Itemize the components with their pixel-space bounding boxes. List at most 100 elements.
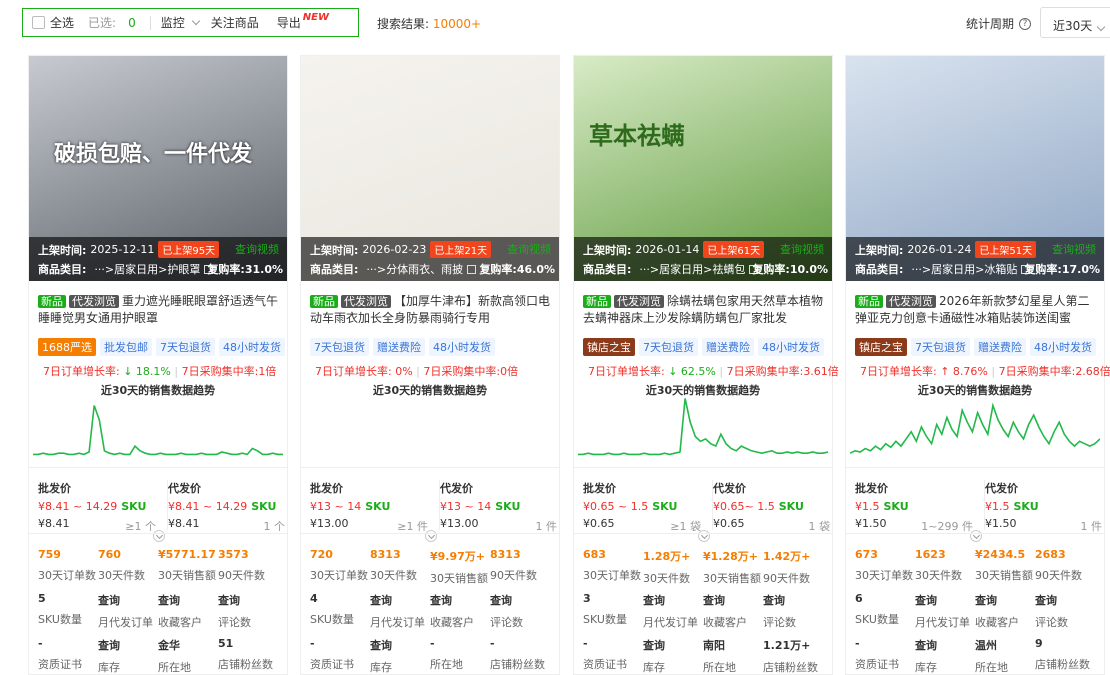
stat-cell[interactable]: 查询 评论数 [763, 592, 823, 630]
stat-cell[interactable]: 查询 收藏客户 [703, 592, 763, 630]
expand-toggle-icon[interactable] [153, 530, 165, 542]
product-card[interactable]: 草本祛螨 上架时间: 2026-01-14 已上架61天 查询视频 商品类目: … [573, 55, 839, 675]
sku-link[interactable]: SKU [652, 500, 677, 513]
stat-label: 30天订单数 [310, 569, 368, 582]
follow-button[interactable]: 关注商品 [211, 14, 259, 31]
copy-icon[interactable] [467, 264, 477, 274]
sku-link[interactable]: SKU [365, 500, 390, 513]
rebuy-rate: 复购率:17.0% [1024, 263, 1100, 276]
stat-value: 查询 [490, 594, 512, 607]
stat-cell[interactable]: 查询 收藏客户 [975, 592, 1035, 630]
select-all-label[interactable]: 全选 [50, 14, 74, 31]
stat-label: 库存 [643, 661, 665, 674]
stat-cell[interactable]: 查询 月代发订单 [643, 592, 703, 630]
stat-value: 查询 [915, 594, 937, 607]
stat-cell: ¥9.97万+ 30天销售额 [430, 548, 490, 586]
dropship-moq: 1 件 [535, 520, 558, 533]
sku-link[interactable]: SKU [251, 500, 276, 513]
expand-toggle-icon[interactable] [425, 530, 437, 542]
export-button[interactable]: 导出 [277, 14, 301, 31]
product-image[interactable]: 草本祛螨 上架时间: 2026-01-14 已上架61天 查询视频 商品类目: … [574, 56, 832, 281]
product-image[interactable]: 上架时间: 2026-01-24 已上架51天 查询视频 商品类目: ···>居… [846, 56, 1104, 281]
help-icon[interactable]: ? [1019, 17, 1032, 30]
select-all-checkbox[interactable] [32, 16, 45, 29]
stat-cell[interactable]: 查询 评论数 [1035, 592, 1095, 630]
dropship-label: 代发价 [168, 482, 201, 495]
product-title[interactable]: 新品 代发浏览 【加厚牛津布】新款高领口电动车雨衣加长全身防暴雨骑行专用 [310, 293, 555, 329]
product-image[interactable]: 上架时间: 2026-02-23 已上架21天 查询视频 商品类目: ···>分… [301, 56, 559, 281]
product-title[interactable]: 新品 代发浏览 2026年新款梦幻星星人第二弹亚克力创意卡通磁性冰箱贴装饰送闺蜜 [855, 293, 1100, 329]
stat-value: 6 [855, 592, 863, 605]
image-info-overlay: 上架时间: 2026-01-14 已上架61天 查询视频 商品类目: ···>居… [574, 237, 832, 281]
sku-link[interactable]: SKU [779, 500, 804, 513]
stat-cell[interactable]: 查询 评论数 [218, 592, 278, 630]
stat-value: 查询 [98, 639, 120, 652]
purchase-conc-label: 7日采购集中率: [726, 365, 804, 378]
expand-toggle-icon[interactable] [970, 530, 982, 542]
stat-cell: 1623 30天件数 [915, 548, 975, 583]
service-tags: 7天包退货 赠送费险 48小时发货 [310, 338, 495, 356]
service-tag: 镇店之宝 [855, 338, 907, 356]
wholesale-label: 批发价 [310, 482, 343, 495]
stat-value: 查询 [218, 594, 240, 607]
stat-cell[interactable]: 查询 评论数 [490, 592, 550, 630]
stat-cell[interactable]: 查询 收藏客户 [158, 592, 218, 630]
sku-link[interactable]: SKU [884, 500, 909, 513]
listed-label: 上架时间: [38, 243, 87, 257]
query-video-link[interactable]: 查询视频 [507, 241, 551, 257]
product-card[interactable]: 破损包赔、一件代发 上架时间: 2025-12-11 已上架95天 查询视频 商… [28, 55, 288, 675]
sku-link[interactable]: SKU [121, 500, 146, 513]
period-select[interactable]: 近30天 [1040, 7, 1110, 38]
stat-label: 收藏客户 [975, 616, 1019, 629]
query-video-link[interactable]: 查询视频 [780, 241, 824, 257]
stat-cell[interactable]: 查询 库存 [915, 637, 975, 675]
stat-label: 月代发订单 [915, 616, 970, 629]
category-value: ···>居家日用>祛螨包 [639, 263, 746, 276]
stat-value: 查询 [975, 594, 997, 607]
order-growth-label: 7日订单增长率: [43, 365, 120, 378]
stat-cell: 5 SKU数量 [38, 592, 98, 627]
wholesale-range: ¥0.65 ~ 1.5 [583, 500, 649, 513]
stat-cell[interactable]: 查询 收藏客户 [430, 592, 490, 630]
dropship-price: 代发价 ¥1.5 SKU ¥1.50 1 件 [984, 480, 1104, 533]
service-tags: 镇店之宝 7天包退货 赠送费险 48小时发货 [855, 338, 1096, 356]
order-growth-label: 7日订单增长率: [860, 365, 937, 378]
category-value: ···>分体雨衣、雨披 [366, 263, 464, 276]
stat-label: 30天件数 [370, 569, 417, 582]
stat-label: 90天件数 [1035, 569, 1082, 582]
rebuy-rate: 复购率:10.0% [752, 263, 828, 276]
expand-toggle-icon[interactable] [698, 530, 710, 542]
stat-cell[interactable]: 查询 库存 [643, 637, 703, 675]
stat-label: 30天订单数 [855, 569, 913, 582]
sku-link[interactable]: SKU [1014, 500, 1039, 513]
chevron-down-icon[interactable] [191, 16, 200, 25]
stat-value: 查询 [915, 639, 937, 652]
stat-cell[interactable]: 查询 库存 [370, 637, 430, 675]
product-title[interactable]: 新品 代发浏览 重力遮光睡眠眼罩舒适透气午睡睡觉男女通用护眼罩 [38, 293, 283, 329]
product-card[interactable]: 上架时间: 2026-02-23 已上架21天 查询视频 商品类目: ···>分… [300, 55, 560, 675]
dropship-label: 代发价 [440, 482, 473, 495]
category-label: 商品类目: [310, 263, 359, 276]
price-section: 批发价 ¥1.5 SKU ¥1.50 1~299 件 代发价 ¥1.5 SKU ¥1… [846, 467, 1104, 533]
stat-label: 30天件数 [643, 572, 690, 585]
monitor-dropdown[interactable]: 监控 [161, 14, 185, 31]
stat-value: 查询 [1035, 594, 1057, 607]
trend-line [578, 398, 828, 456]
stat-cell: 1.42万+ 90天件数 [763, 548, 823, 586]
stat-cell: 720 30天订单数 [310, 548, 370, 583]
stat-cell[interactable]: 查询 月代发订单 [370, 592, 430, 630]
image-info-overlay: 上架时间: 2026-02-23 已上架21天 查询视频 商品类目: ···>分… [301, 237, 559, 281]
sku-link[interactable]: SKU [495, 500, 520, 513]
stat-label: SKU数量 [310, 613, 354, 626]
stat-value: 3573 [218, 548, 249, 561]
query-video-link[interactable]: 查询视频 [1052, 241, 1096, 257]
stat-cell[interactable]: 查询 库存 [98, 637, 158, 675]
product-image[interactable]: 破损包赔、一件代发 上架时间: 2025-12-11 已上架95天 查询视频 商… [29, 56, 287, 281]
stat-cell[interactable]: 查询 月代发订单 [98, 592, 158, 630]
stat-value: 2683 [1035, 548, 1066, 561]
product-title[interactable]: 新品 代发浏览 除螨祛螨包家用天然草本植物去螨神器床上沙发除螨防螨包厂家批发 [583, 293, 828, 329]
product-card[interactable]: 上架时间: 2026-01-24 已上架51天 查询视频 商品类目: ···>居… [845, 55, 1110, 675]
service-tag: 7天包退货 [156, 338, 215, 356]
query-video-link[interactable]: 查询视频 [235, 241, 279, 257]
stat-cell[interactable]: 查询 月代发订单 [915, 592, 975, 630]
